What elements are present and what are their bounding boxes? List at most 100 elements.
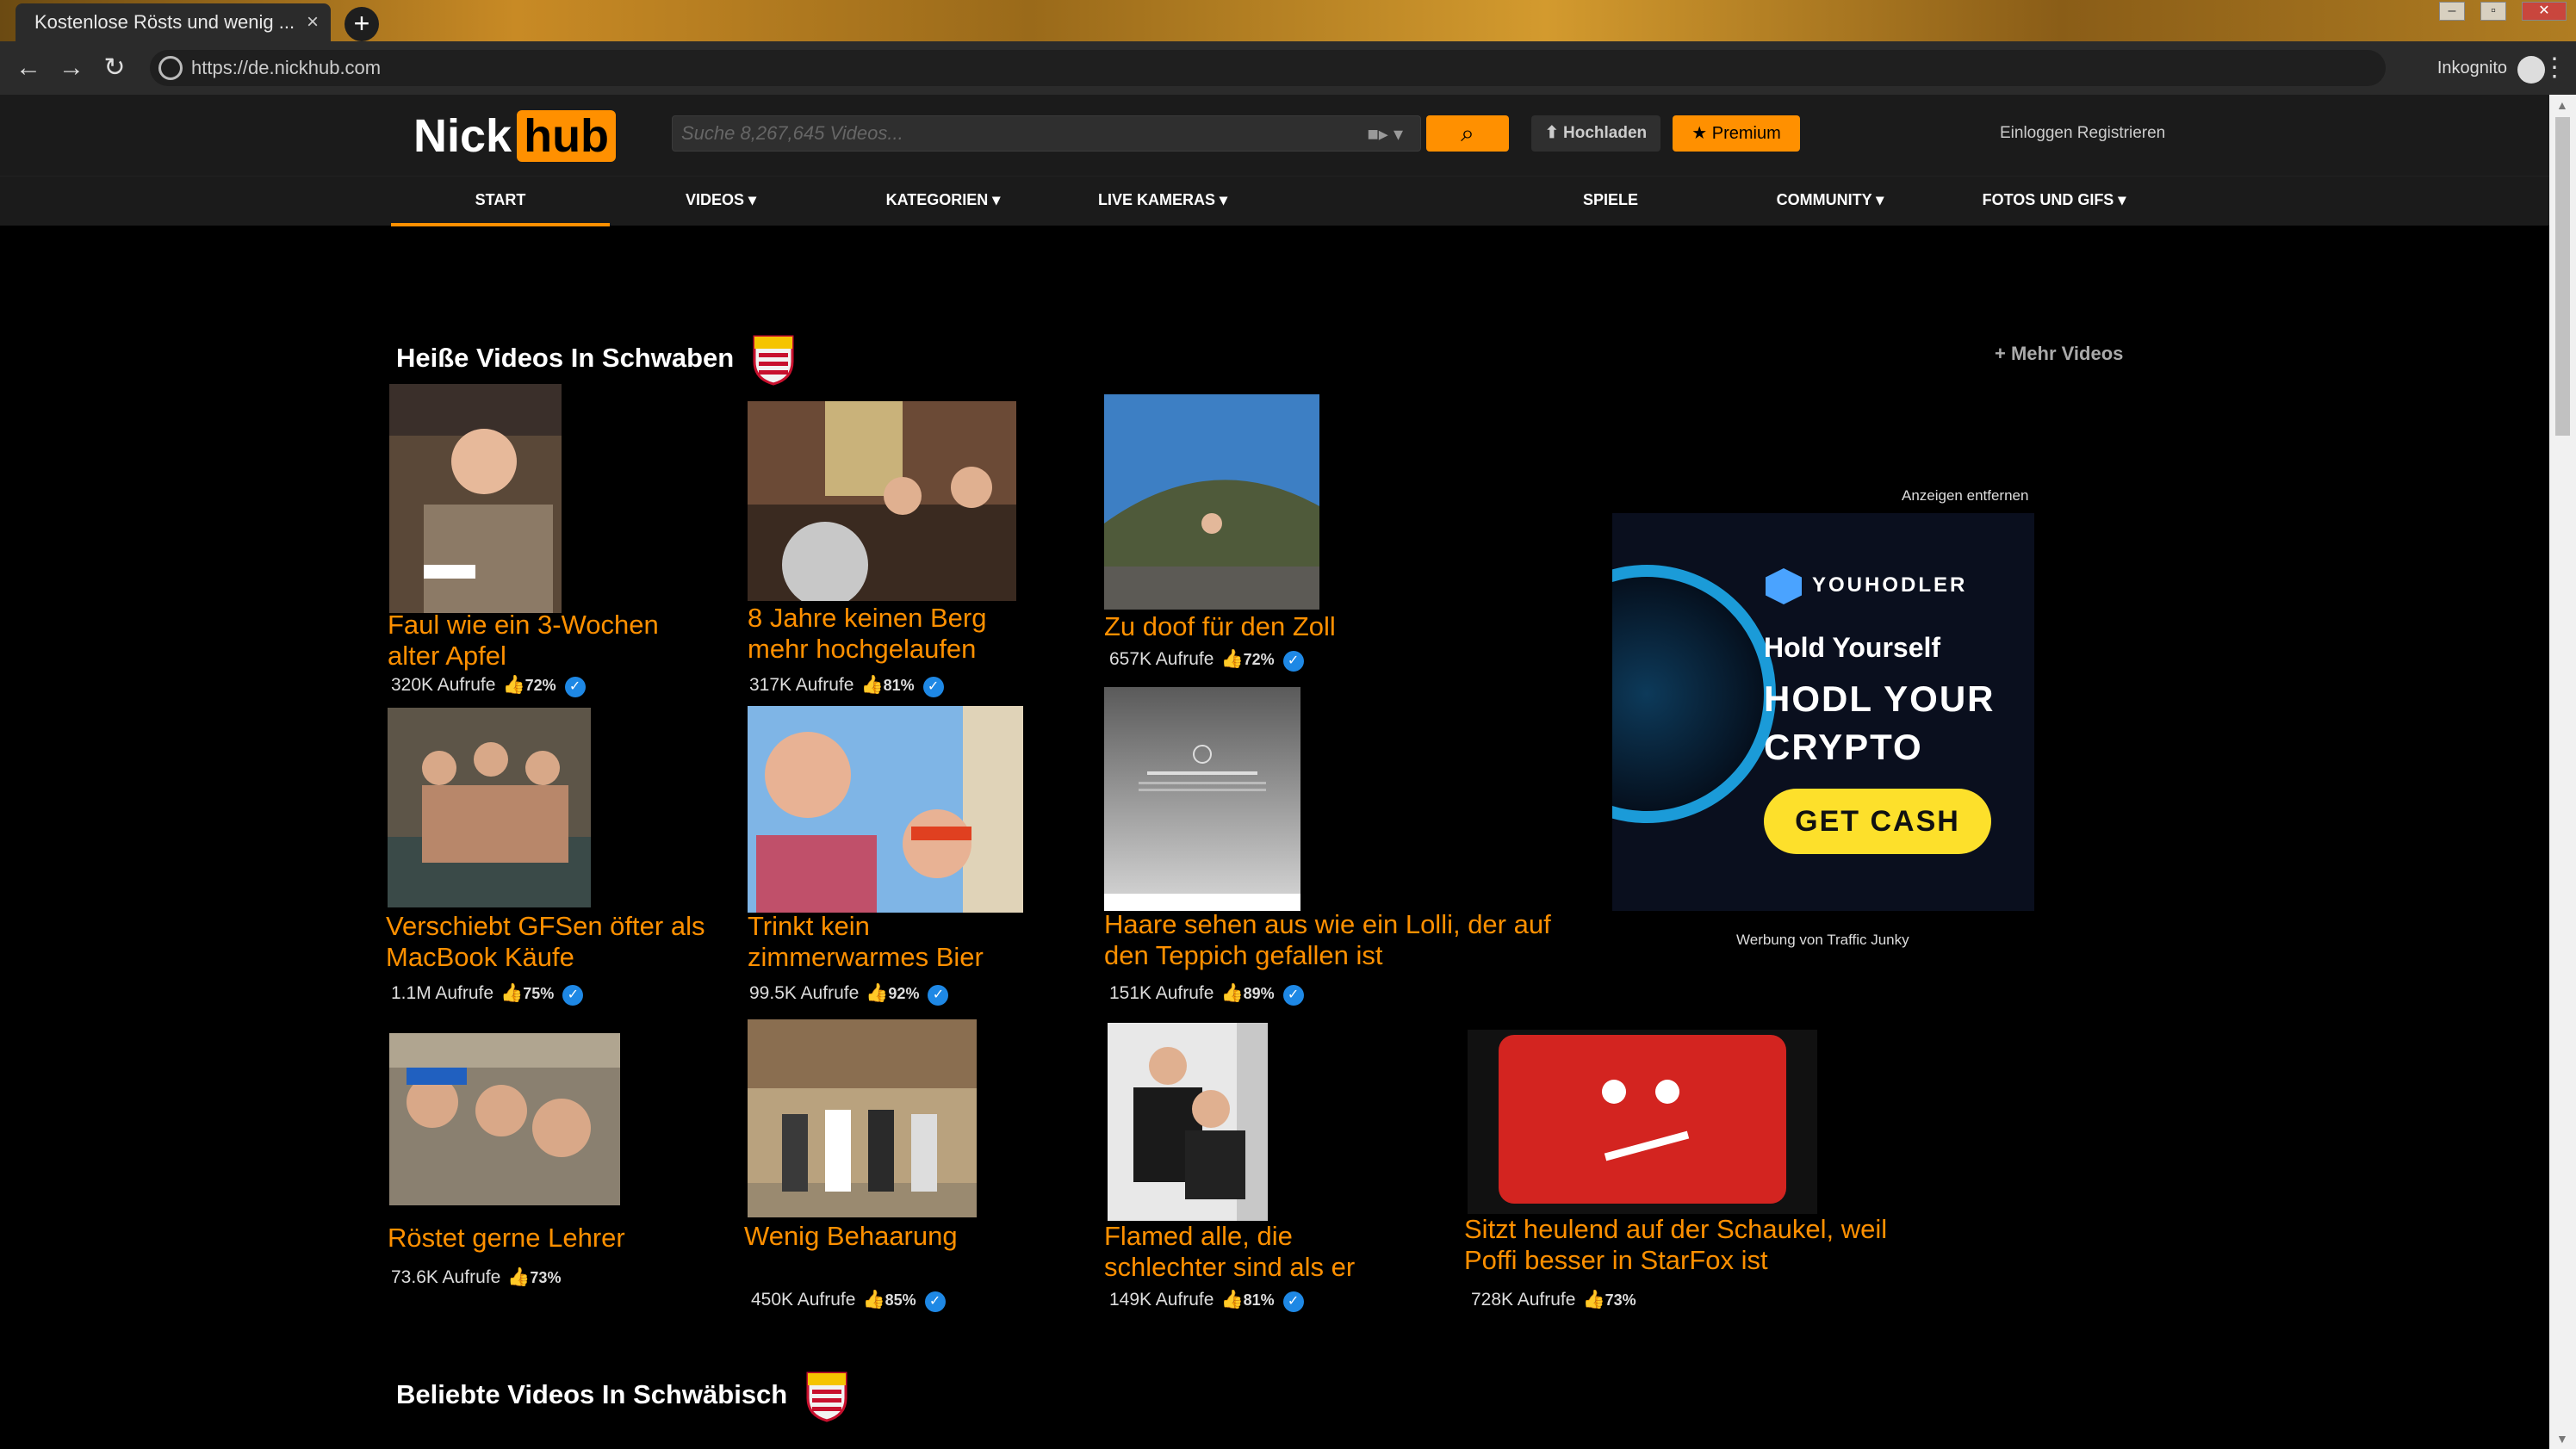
video-thumbnail[interactable] — [1104, 394, 1319, 610]
premium-label: Premium — [1711, 124, 1781, 143]
tab-title: Kostenlose Rösts und wenig ... — [34, 11, 295, 33]
thumbs-up-icon: 👍 — [862, 1290, 885, 1310]
ad-subheadline: HODL YOUR CRYPTO — [1764, 678, 1996, 767]
forward-icon[interactable]: → — [55, 52, 88, 84]
nav-games[interactable]: SPIELE — [1567, 176, 1654, 226]
nav-photos-gifs[interactable]: FOTOS UND GIFS ▾ — [1972, 176, 2136, 226]
thumbs-up-icon: 👍 — [1220, 649, 1244, 669]
video-meta: 320K Aufrufe 👍72% ✓ — [391, 675, 586, 697]
site-header: Nickhub ■▸ ▾ ⌕ ⬆ Hochladen ★ Premium Ein… — [0, 95, 2549, 176]
remove-ads-link[interactable]: Anzeigen entfernen — [1902, 487, 2028, 505]
scroll-down-icon[interactable]: ▼ — [2556, 1432, 2568, 1446]
video-title[interactable]: Verschiebt GFSen öfter als MacBook Käufe — [386, 911, 713, 973]
video-meta: 1.1M Aufrufe 👍75% ✓ — [391, 983, 584, 1006]
video-meta: 728K Aufrufe 👍73% — [1471, 1290, 1636, 1310]
rating: 89% — [1243, 985, 1275, 1002]
nav-community[interactable]: COMMUNITY ▾ — [1757, 176, 1903, 226]
section-title-text: Heiße Videos In Schwaben — [396, 343, 735, 374]
verified-icon: ✓ — [922, 677, 944, 697]
verified-icon: ✓ — [564, 677, 586, 697]
reload-icon[interactable]: ↻ — [98, 52, 131, 84]
video-thumbnail[interactable] — [1104, 687, 1300, 911]
nav-live-cams[interactable]: LIVE KAMERAS ▾ — [1085, 176, 1240, 226]
nav-start[interactable]: START — [391, 176, 610, 226]
view-count: 1.1M Aufrufe — [391, 983, 494, 1003]
browser-tab[interactable]: Kostenlose Rösts und wenig ... × — [16, 3, 331, 41]
browser-tab-strip: Kostenlose Rösts und wenig ... × + – ▫ ✕ — [0, 0, 2576, 41]
video-thumbnail[interactable] — [748, 1019, 977, 1217]
more-videos-link[interactable]: + Mehr Videos — [1995, 343, 2123, 365]
video-title[interactable]: Faul wie ein 3-Wochen alter Apfel — [388, 610, 672, 672]
video-thumbnail[interactable] — [388, 708, 591, 907]
url-text[interactable]: https://de.nickhub.com — [191, 50, 381, 86]
scrollbar-thumb[interactable] — [2555, 117, 2570, 436]
view-count: 728K Aufrufe — [1471, 1290, 1576, 1310]
video-meta: 99.5K Aufrufe 👍92% ✓ — [749, 983, 949, 1006]
video-thumbnail[interactable] — [748, 401, 1016, 601]
rating: 72% — [1243, 651, 1275, 668]
thumbs-up-icon: 👍 — [500, 983, 524, 1003]
verified-icon: ✓ — [1282, 985, 1304, 1006]
back-icon[interactable]: ← — [12, 52, 45, 84]
browser-menu-icon[interactable]: ⋮ — [2542, 53, 2567, 84]
verified-icon: ✓ — [562, 985, 584, 1006]
maximize-icon[interactable]: ▫ — [2480, 2, 2506, 21]
video-meta: 149K Aufrufe 👍81% ✓ — [1109, 1290, 1304, 1312]
view-count: 99.5K Aufrufe — [749, 983, 860, 1003]
upload-button[interactable]: ⬆ Hochladen — [1531, 115, 1660, 152]
video-thumbnail[interactable] — [1468, 1030, 1817, 1214]
video-title[interactable]: Haare sehen aus wie ein Lolli, der auf d… — [1104, 909, 1552, 971]
video-thumbnail[interactable] — [748, 706, 1023, 913]
search-button[interactable]: ⌕ — [1426, 115, 1509, 152]
thumbs-up-icon: 👍 — [860, 675, 884, 695]
new-tab-button[interactable]: + — [345, 7, 379, 41]
nav-categories[interactable]: KATEGORIEN ▾ — [870, 176, 1016, 226]
coat-of-arms-icon — [806, 1372, 847, 1422]
video-thumbnail[interactable] — [389, 384, 562, 613]
rating: 81% — [883, 677, 915, 694]
logo-nick: Nick — [413, 110, 512, 162]
view-count: 73.6K Aufrufe — [391, 1267, 501, 1287]
logo-hub: hub — [517, 110, 617, 162]
verified-icon: ✓ — [928, 985, 949, 1006]
thumbs-up-icon: 👍 — [502, 675, 525, 695]
minimize-icon[interactable]: – — [2439, 2, 2465, 21]
view-count: 450K Aufrufe — [751, 1290, 856, 1310]
video-meta: 657K Aufrufe 👍72% ✓ — [1109, 649, 1304, 672]
nav-videos[interactable]: VIDEOS ▾ — [663, 176, 779, 226]
video-title[interactable]: Trinkt kein zimmerwarmes Bier — [748, 911, 1023, 973]
rating: 72% — [525, 677, 556, 694]
browser-toolbar: ← → ↻ https://de.nickhub.com Inkognito ⋮ — [0, 41, 2576, 95]
search-input[interactable] — [673, 116, 1327, 151]
site-logo[interactable]: Nick hub — [413, 110, 617, 162]
scroll-up-icon[interactable]: ▲ — [2556, 98, 2568, 112]
search-icon: ⌕ — [1461, 120, 1474, 146]
rating: 81% — [1243, 1291, 1275, 1309]
video-thumbnail[interactable] — [389, 1033, 620, 1205]
video-camera-icon[interactable]: ■▸ ▾ — [1368, 123, 1404, 146]
verified-icon: ✓ — [924, 1291, 946, 1312]
thumbs-up-icon: 👍 — [866, 983, 889, 1003]
ad-cta-button[interactable]: GET CASH — [1764, 789, 1991, 854]
rating: 92% — [888, 985, 920, 1002]
section-title: Heiße Videos In Schwaben — [396, 334, 795, 386]
site-info-icon[interactable] — [158, 56, 183, 80]
close-window-icon[interactable]: ✕ — [2522, 2, 2567, 21]
rating: 85% — [885, 1291, 916, 1309]
tab-close-icon[interactable]: × — [307, 3, 319, 41]
advertisement-banner[interactable]: YOUHODLER Hold Yourself HODL YOUR CRYPTO… — [1612, 513, 2034, 911]
rating: 73% — [530, 1269, 562, 1286]
address-bar[interactable]: https://de.nickhub.com — [150, 50, 2386, 86]
video-title[interactable]: Sitzt heulend auf der Schaukel, weil Pof… — [1464, 1214, 1912, 1276]
video-thumbnail[interactable] — [1108, 1023, 1268, 1221]
rating: 75% — [523, 985, 555, 1002]
thumbs-up-icon: 👍 — [1220, 983, 1244, 1003]
video-title[interactable]: Flamed alle, die schlechter sind als er — [1104, 1221, 1414, 1283]
video-title[interactable]: Zu doof für den Zoll — [1104, 611, 1552, 642]
video-meta: 450K Aufrufe 👍85% ✓ — [751, 1290, 946, 1312]
premium-button[interactable]: ★ Premium — [1673, 115, 1800, 152]
login-register-links[interactable]: Einloggen Registrieren — [2000, 121, 2165, 146]
page-scrollbar[interactable]: ▲ ▼ — [2549, 95, 2576, 1449]
coat-of-arms-icon — [753, 335, 794, 386]
video-title[interactable]: 8 Jahre keinen Berg mehr hochgelaufen — [748, 603, 1032, 665]
